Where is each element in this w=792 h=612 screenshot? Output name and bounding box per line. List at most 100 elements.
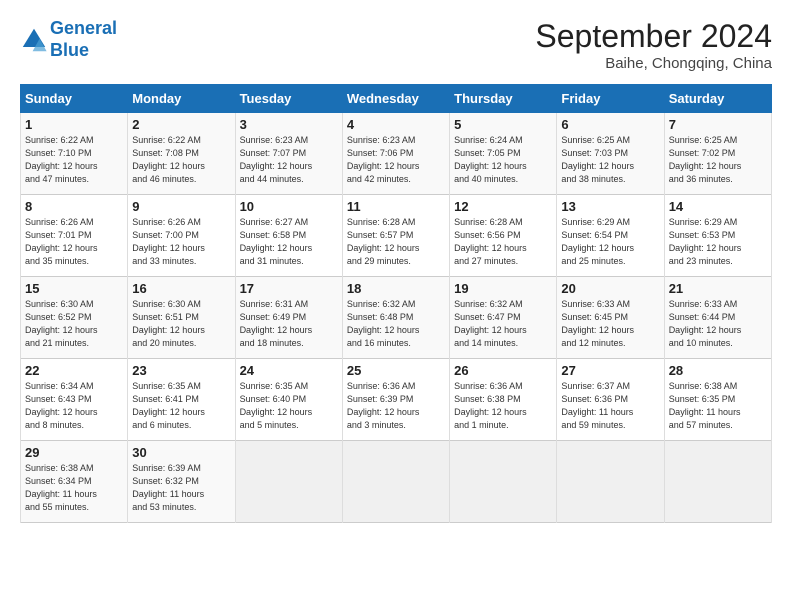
day-info: Sunrise: 6:26 AM Sunset: 7:01 PM Dayligh…	[25, 216, 123, 268]
day-info: Sunrise: 6:36 AM Sunset: 6:39 PM Dayligh…	[347, 380, 445, 432]
table-row: 22 Sunrise: 6:34 AM Sunset: 6:43 PM Dayli…	[21, 359, 128, 441]
table-row	[450, 441, 557, 523]
week-row-1: 8 Sunrise: 6:26 AM Sunset: 7:01 PM Daylig…	[21, 195, 772, 277]
table-row: 26 Sunrise: 6:36 AM Sunset: 6:38 PM Dayli…	[450, 359, 557, 441]
day-info: Sunrise: 6:26 AM Sunset: 7:00 PM Dayligh…	[132, 216, 230, 268]
week-row-0: 1Sunrise: 6:22 AM Sunset: 7:10 PM Daylig…	[21, 113, 772, 195]
day-number: 25	[347, 363, 445, 378]
day-info: Sunrise: 6:31 AM Sunset: 6:49 PM Dayligh…	[240, 298, 338, 350]
day-number: 16	[132, 281, 230, 296]
col-monday: Monday	[128, 85, 235, 113]
day-number: 20	[561, 281, 659, 296]
col-wednesday: Wednesday	[342, 85, 449, 113]
table-row	[664, 441, 771, 523]
table-row: 17 Sunrise: 6:31 AM Sunset: 6:49 PM Dayli…	[235, 277, 342, 359]
day-info: Sunrise: 6:35 AM Sunset: 6:41 PM Dayligh…	[132, 380, 230, 432]
col-tuesday: Tuesday	[235, 85, 342, 113]
table-row	[342, 441, 449, 523]
table-row: 7Sunrise: 6:25 AM Sunset: 7:02 PM Daylig…	[664, 113, 771, 195]
day-number: 6	[561, 117, 659, 132]
day-info: Sunrise: 6:29 AM Sunset: 6:53 PM Dayligh…	[669, 216, 767, 268]
table-row: 3 Sunrise: 6:23 AM Sunset: 7:07 PM Daylig…	[235, 113, 342, 195]
month-title: September 2024	[535, 18, 772, 55]
day-info: Sunrise: 6:37 AM Sunset: 6:36 PM Dayligh…	[561, 380, 659, 432]
table-row: 1Sunrise: 6:22 AM Sunset: 7:10 PM Daylig…	[21, 113, 128, 195]
day-info: Sunrise: 6:22 AM Sunset: 7:08 PM Dayligh…	[132, 134, 230, 186]
day-number: 19	[454, 281, 552, 296]
day-info: Sunrise: 6:23 AM Sunset: 7:07 PM Dayligh…	[240, 134, 338, 186]
table-row: 15Sunrise: 6:30 AM Sunset: 6:52 PM Dayli…	[21, 277, 128, 359]
day-info: Sunrise: 6:27 AM Sunset: 6:58 PM Dayligh…	[240, 216, 338, 268]
day-info: Sunrise: 6:33 AM Sunset: 6:45 PM Dayligh…	[561, 298, 659, 350]
day-number: 9	[132, 199, 230, 214]
table-row: 25 Sunrise: 6:36 AM Sunset: 6:39 PM Dayli…	[342, 359, 449, 441]
day-number: 23	[132, 363, 230, 378]
day-info: Sunrise: 6:28 AM Sunset: 6:57 PM Dayligh…	[347, 216, 445, 268]
day-info: Sunrise: 6:25 AM Sunset: 7:03 PM Dayligh…	[561, 134, 659, 186]
col-saturday: Saturday	[664, 85, 771, 113]
table-row	[235, 441, 342, 523]
day-number: 30	[132, 445, 230, 460]
day-number: 17	[240, 281, 338, 296]
table-row: 2 Sunrise: 6:22 AM Sunset: 7:08 PM Daylig…	[128, 113, 235, 195]
col-thursday: Thursday	[450, 85, 557, 113]
day-number: 3	[240, 117, 338, 132]
day-info: Sunrise: 6:36 AM Sunset: 6:38 PM Dayligh…	[454, 380, 552, 432]
table-row: 29 Sunrise: 6:38 AM Sunset: 6:34 PM Dayli…	[21, 441, 128, 523]
day-info: Sunrise: 6:32 AM Sunset: 6:48 PM Dayligh…	[347, 298, 445, 350]
logo: General Blue	[20, 18, 117, 61]
day-number: 2	[132, 117, 230, 132]
table-row: 5 Sunrise: 6:24 AM Sunset: 7:05 PM Daylig…	[450, 113, 557, 195]
table-row: 23 Sunrise: 6:35 AM Sunset: 6:41 PM Dayli…	[128, 359, 235, 441]
day-info: Sunrise: 6:34 AM Sunset: 6:43 PM Dayligh…	[25, 380, 123, 432]
week-row-4: 29 Sunrise: 6:38 AM Sunset: 6:34 PM Dayli…	[21, 441, 772, 523]
table-row: 30 Sunrise: 6:39 AM Sunset: 6:32 PM Dayli…	[128, 441, 235, 523]
day-number: 8	[25, 199, 123, 214]
day-info: Sunrise: 6:29 AM Sunset: 6:54 PM Dayligh…	[561, 216, 659, 268]
table-row: 19 Sunrise: 6:32 AM Sunset: 6:47 PM Dayli…	[450, 277, 557, 359]
table-row: 9 Sunrise: 6:26 AM Sunset: 7:00 PM Daylig…	[128, 195, 235, 277]
logo-line1: General	[50, 18, 117, 38]
table-row: 28Sunrise: 6:38 AM Sunset: 6:35 PM Dayli…	[664, 359, 771, 441]
calendar-table: Sunday Monday Tuesday Wednesday Thursday…	[20, 84, 772, 523]
day-info: Sunrise: 6:24 AM Sunset: 7:05 PM Dayligh…	[454, 134, 552, 186]
logo-text: General Blue	[50, 18, 117, 61]
day-number: 26	[454, 363, 552, 378]
day-number: 10	[240, 199, 338, 214]
day-info: Sunrise: 6:39 AM Sunset: 6:32 PM Dayligh…	[132, 462, 230, 514]
day-number: 5	[454, 117, 552, 132]
title-block: September 2024 Baihe, Chongqing, China	[535, 18, 772, 72]
day-number: 24	[240, 363, 338, 378]
day-number: 7	[669, 117, 767, 132]
logo-line2: Blue	[50, 40, 89, 60]
week-row-2: 15Sunrise: 6:30 AM Sunset: 6:52 PM Dayli…	[21, 277, 772, 359]
day-number: 4	[347, 117, 445, 132]
logo-icon	[20, 26, 48, 54]
day-info: Sunrise: 6:32 AM Sunset: 6:47 PM Dayligh…	[454, 298, 552, 350]
table-row: 4Sunrise: 6:23 AM Sunset: 7:06 PM Daylig…	[342, 113, 449, 195]
day-number: 29	[25, 445, 123, 460]
day-number: 15	[25, 281, 123, 296]
table-row: 14Sunrise: 6:29 AM Sunset: 6:53 PM Dayli…	[664, 195, 771, 277]
day-info: Sunrise: 6:28 AM Sunset: 6:56 PM Dayligh…	[454, 216, 552, 268]
day-info: Sunrise: 6:30 AM Sunset: 6:51 PM Dayligh…	[132, 298, 230, 350]
table-row: 10 Sunrise: 6:27 AM Sunset: 6:58 PM Dayli…	[235, 195, 342, 277]
day-number: 18	[347, 281, 445, 296]
table-row: 20 Sunrise: 6:33 AM Sunset: 6:45 PM Dayli…	[557, 277, 664, 359]
table-row: 8 Sunrise: 6:26 AM Sunset: 7:01 PM Daylig…	[21, 195, 128, 277]
day-number: 21	[669, 281, 767, 296]
table-row: 27 Sunrise: 6:37 AM Sunset: 6:36 PM Dayli…	[557, 359, 664, 441]
day-info: Sunrise: 6:38 AM Sunset: 6:34 PM Dayligh…	[25, 462, 123, 514]
day-info: Sunrise: 6:35 AM Sunset: 6:40 PM Dayligh…	[240, 380, 338, 432]
table-row: 12 Sunrise: 6:28 AM Sunset: 6:56 PM Dayli…	[450, 195, 557, 277]
day-number: 12	[454, 199, 552, 214]
day-number: 13	[561, 199, 659, 214]
day-number: 22	[25, 363, 123, 378]
day-number: 27	[561, 363, 659, 378]
table-row: 6 Sunrise: 6:25 AM Sunset: 7:03 PM Daylig…	[557, 113, 664, 195]
table-row: 21Sunrise: 6:33 AM Sunset: 6:44 PM Dayli…	[664, 277, 771, 359]
table-row: 11Sunrise: 6:28 AM Sunset: 6:57 PM Dayli…	[342, 195, 449, 277]
table-row: 13 Sunrise: 6:29 AM Sunset: 6:54 PM Dayli…	[557, 195, 664, 277]
page: General Blue September 2024 Baihe, Chong…	[0, 0, 792, 533]
day-number: 28	[669, 363, 767, 378]
